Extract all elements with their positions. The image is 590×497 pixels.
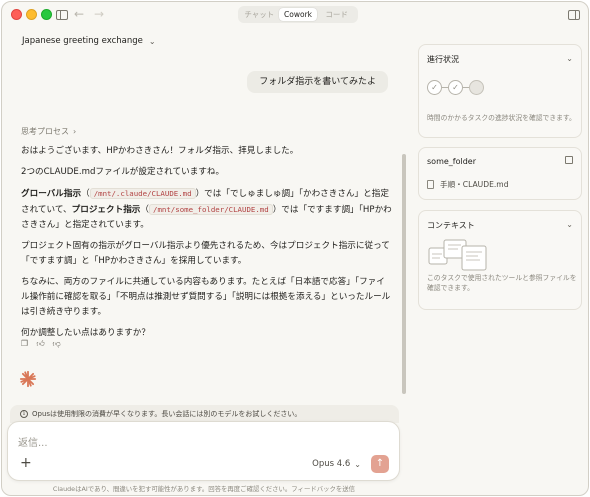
progress-title: 進行状況 <box>427 55 459 64</box>
thumbs-up-icon[interactable]: 👍︎ <box>36 339 45 348</box>
step-check-icon: ✓ <box>448 80 463 95</box>
context-title: コンテキスト <box>427 221 475 230</box>
project-instructions-label: プロジェクト指示 <box>71 205 141 215</box>
open-external-icon[interactable] <box>565 156 573 164</box>
answer-paragraph: ちなみに、両方のファイルに共通している内容もあります。たとえば「日本語で応答」「… <box>21 277 391 317</box>
folder-title: some_folder <box>427 157 476 166</box>
thinking-process-label: 思考プロセス <box>21 127 69 136</box>
document-icon <box>427 180 434 189</box>
tab-chat[interactable]: チャット <box>240 8 279 21</box>
tab-code[interactable]: コード <box>317 8 356 21</box>
progress-card: 進行状況 ⌄ ✓ ✓ 時間のかかるタスクの進捗状況を確認できます。 <box>418 44 582 138</box>
add-attachment-icon[interactable]: + <box>20 455 32 471</box>
chevron-down-icon[interactable]: ⌄ <box>566 54 573 63</box>
app-window: ← → チャット Cowork コード Japanese greeting ex… <box>1 1 589 496</box>
answer-paragraph: プロジェクト固有の指示がグローバル指示より優先されるため、今はプロジェクト指示に… <box>21 241 390 266</box>
chat-scrollbar[interactable] <box>402 154 406 394</box>
title-bar: ← → チャット Cowork コード <box>2 2 588 28</box>
answer-paragraph: おはようございます、HPかわさきさん！フォルダ指示、拝見しました。 <box>21 146 299 156</box>
reply-input[interactable]: 返信... <box>18 434 48 449</box>
message-actions: ❐ 👍︎ 👎︎ <box>20 339 61 348</box>
minimize-window-button[interactable] <box>26 9 37 20</box>
thinking-process-toggle[interactable]: 思考プロセス › <box>21 126 76 137</box>
tab-cowork[interactable]: Cowork <box>278 8 318 21</box>
step-check-icon: ✓ <box>427 80 442 95</box>
context-card: コンテキスト ⌄ このタスクで使用されたツールと参照ファイルを確認できます。 <box>418 210 582 310</box>
back-arrow-icon[interactable]: ← <box>74 8 84 21</box>
answer-paragraph: 2つのCLAUDE.mdファイルが設定されていますね。 <box>21 167 225 177</box>
forward-arrow-icon[interactable]: → <box>94 8 104 21</box>
message-composer[interactable]: 返信... + Opus 4.6 ⌄ ↑ <box>7 421 400 481</box>
folder-card: some_folder 手順・CLAUDE.md <box>418 147 582 200</box>
answer-paragraph: グローバル指示（/mnt/.claude/CLAUDE.md ）では「でしゅましゅ… <box>21 188 392 230</box>
global-instructions-label: グローバル指示 <box>21 189 82 199</box>
conversation-title: Japanese greeting exchange <box>22 36 143 46</box>
context-illustration-icon <box>428 239 487 271</box>
assistant-message: おはようございます、HPかわさきさん！フォルダ指示、拝見しました。 2つのCLA… <box>21 144 393 347</box>
conversation-title-dropdown[interactable]: Japanese greeting exchange ⌄ <box>22 36 156 46</box>
disclaimer-text: ClaudeはAIであり、間違いを犯す可能性があります。回答を再度ご確認ください… <box>52 485 356 493</box>
close-window-button[interactable] <box>11 9 22 20</box>
thumbs-down-icon[interactable]: 👎︎ <box>52 339 61 348</box>
claude-spark-icon <box>19 370 37 388</box>
model-name: Opus 4.6 <box>312 459 351 469</box>
model-selector[interactable]: Opus 4.6 ⌄ <box>312 459 361 469</box>
chevron-down-icon: ⌄ <box>148 36 156 46</box>
answer-paragraph: 何か調整したい点はありますか？ <box>21 328 150 338</box>
chevron-down-icon: ⌄ <box>354 459 361 469</box>
project-path-code: /mnt/some_folder/CLAUDE.md <box>149 204 273 215</box>
file-item[interactable]: 手順・CLAUDE.md <box>427 179 509 190</box>
mode-switcher: チャット Cowork コード <box>238 6 358 23</box>
user-message-bubble: フォルダ指示を書いてみたよ <box>247 71 388 93</box>
progress-description: 時間のかかるタスクの進捗状況を確認できます。 <box>427 114 576 122</box>
copy-icon[interactable]: ❐ <box>20 339 29 348</box>
step-pending-icon <box>469 80 484 95</box>
info-icon: i <box>20 410 28 418</box>
global-path-code: /mnt/.claude/CLAUDE.md <box>89 188 196 199</box>
send-button[interactable]: ↑ <box>371 455 389 473</box>
chevron-down-icon[interactable]: ⌄ <box>566 220 573 229</box>
usage-notice-text: Opusは使用制限の消費が早くなります。長い会話には別のモデルをお試しください。 <box>32 410 302 418</box>
right-panel-toggle-icon[interactable] <box>568 10 580 20</box>
file-name: 手順・CLAUDE.md <box>440 180 509 189</box>
sidebar-toggle-icon[interactable] <box>56 10 68 20</box>
maximize-window-button[interactable] <box>41 9 52 20</box>
context-description: このタスクで使用されたツールと参照ファイルを確認できます。 <box>427 274 577 292</box>
chevron-right-icon: › <box>73 127 77 136</box>
